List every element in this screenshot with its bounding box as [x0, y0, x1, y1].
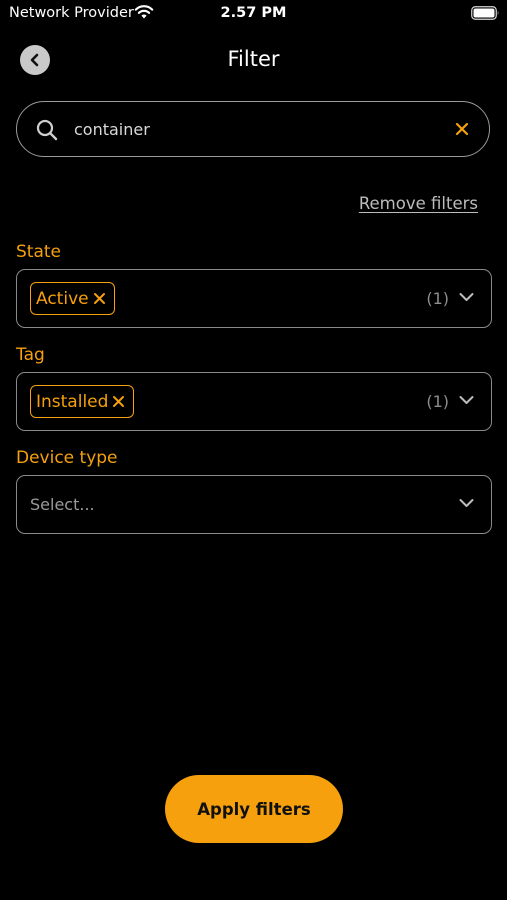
chevron-down-icon[interactable] [459, 292, 474, 302]
tag-count: (1) [426, 392, 449, 411]
tag-chip-label: Installed [36, 391, 109, 412]
state-select[interactable]: Active (1) [16, 269, 492, 328]
tag-select[interactable]: Installed (1) [16, 372, 492, 431]
tag-label: Tag [16, 345, 45, 365]
status-time: 2.57 PM [220, 5, 287, 21]
apply-filters-button[interactable]: Apply filters [165, 775, 343, 843]
chevron-down-icon[interactable] [459, 498, 474, 508]
close-icon[interactable] [93, 292, 106, 305]
status-bar: Network Provider 2.57 PM [0, 0, 507, 28]
remove-filters-link[interactable]: Remove filters [359, 194, 478, 213]
state-chip: Active [30, 282, 115, 315]
chevron-down-icon[interactable] [459, 395, 474, 405]
close-icon[interactable] [112, 395, 125, 408]
battery-icon [471, 6, 499, 20]
state-count: (1) [426, 289, 449, 308]
close-icon[interactable] [455, 122, 469, 136]
search-icon [36, 119, 58, 141]
state-label: State [16, 242, 61, 262]
tag-chip: Installed [30, 385, 135, 418]
device-type-label: Device type [16, 448, 118, 468]
search-box[interactable] [16, 101, 490, 157]
device-type-select[interactable]: Select... [16, 475, 492, 534]
state-chip-label: Active [36, 288, 89, 309]
page-title: Filter [227, 47, 280, 71]
device-type-placeholder: Select... [30, 495, 95, 514]
search-input[interactable] [74, 116, 434, 142]
